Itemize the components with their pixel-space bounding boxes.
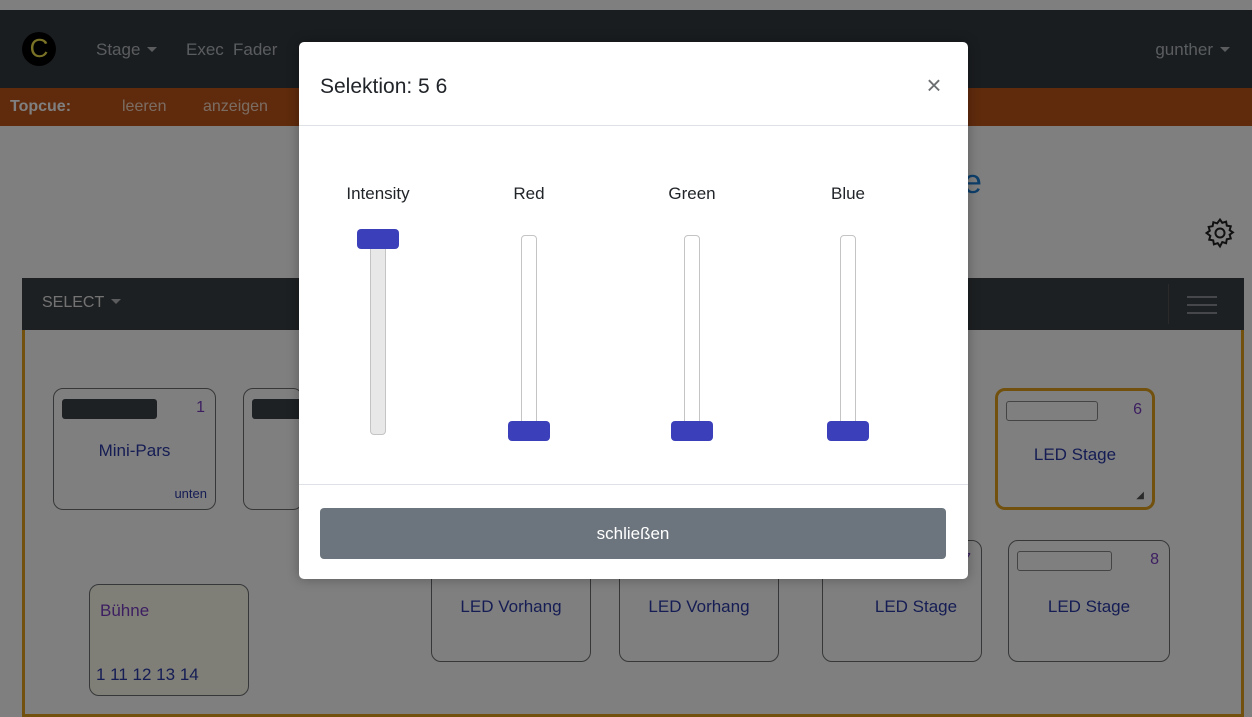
slider-thumb[interactable] xyxy=(671,421,713,441)
slider-red: Red xyxy=(474,174,584,454)
slider-track[interactable] xyxy=(521,235,537,435)
slider-track[interactable] xyxy=(370,235,386,435)
selection-modal: Selektion: 5 6 × Intensity Red Green Blu… xyxy=(299,42,968,579)
slider-track[interactable] xyxy=(840,235,856,435)
close-button[interactable]: schließen xyxy=(320,508,946,559)
slider-label: Intensity xyxy=(346,184,410,203)
modal-header: Selektion: 5 6 × xyxy=(299,42,968,126)
modal-footer: schließen xyxy=(299,484,968,579)
slider-blue: Blue xyxy=(793,174,903,454)
slider-track[interactable] xyxy=(684,235,700,435)
slider-green: Green xyxy=(637,174,747,454)
slider-intensity: Intensity xyxy=(323,174,433,454)
slider-thumb[interactable] xyxy=(827,421,869,441)
close-icon[interactable]: × xyxy=(921,70,947,100)
modal-title: Selektion: 5 6 xyxy=(320,75,448,98)
slider-thumb[interactable] xyxy=(357,229,399,249)
slider-thumb[interactable] xyxy=(508,421,550,441)
slider-label: Green xyxy=(668,184,716,203)
slider-label: Blue xyxy=(830,184,866,203)
slider-label: Red xyxy=(513,184,545,203)
